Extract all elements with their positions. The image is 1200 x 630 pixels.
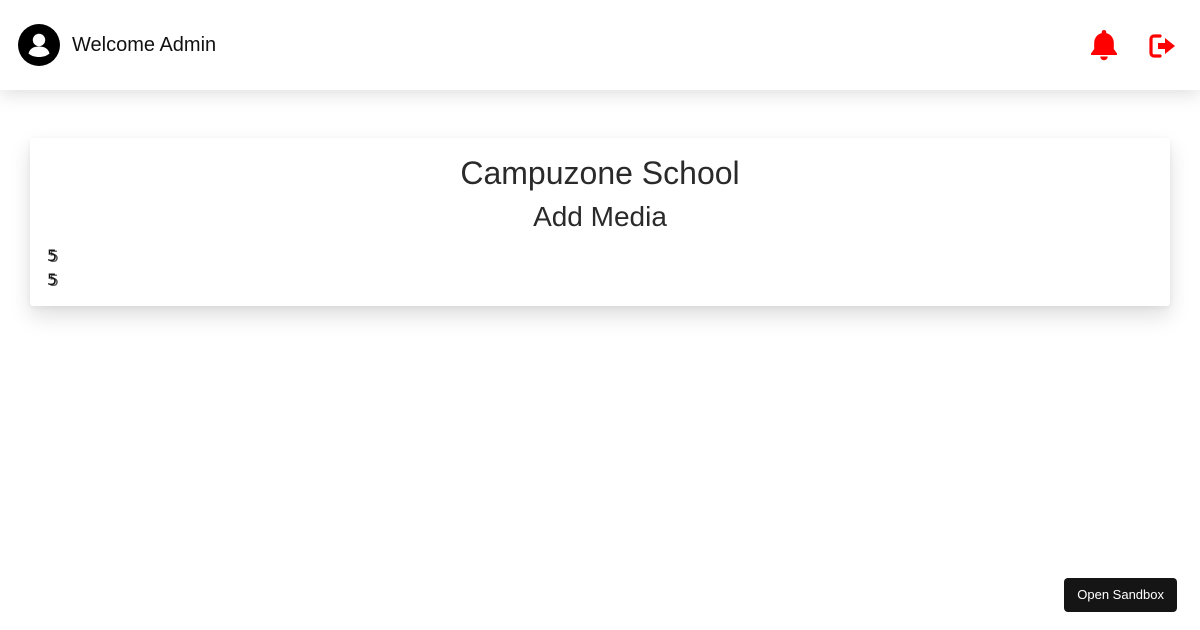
user-circle-icon[interactable] [18, 24, 60, 66]
bell-icon[interactable] [1088, 28, 1120, 62]
list-item: 5 5 [46, 244, 62, 268]
navbar-actions [1088, 28, 1178, 62]
sign-out-icon[interactable] [1148, 31, 1178, 61]
list-item: 5 5 [46, 268, 62, 292]
school-name: Campuzone School [460, 155, 740, 191]
glyph: 5 [47, 270, 58, 289]
add-media-card: Campuzone School Add Media 5 5 5 5 [30, 138, 1170, 306]
welcome-text: Welcome Admin [72, 33, 217, 56]
page-title: Add Media [533, 201, 667, 232]
glyph: 5 [47, 246, 58, 265]
open-sandbox-button[interactable]: Open Sandbox [1064, 578, 1177, 612]
user-greeting: Welcome Admin [18, 24, 216, 66]
media-glyph-list: 5 5 5 5 [46, 244, 1154, 292]
top-navbar: Welcome Admin [0, 0, 1200, 90]
